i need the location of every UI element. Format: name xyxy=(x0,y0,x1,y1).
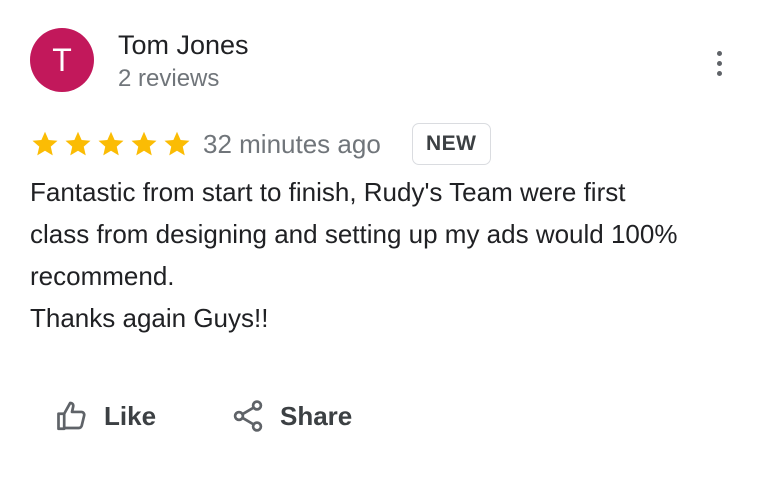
star-icon xyxy=(164,131,190,156)
review-card: T Tom Jones 2 reviews 32 minutes ago NEW… xyxy=(0,0,758,488)
review-text-line: recommend. xyxy=(30,261,175,291)
avatar-initial: T xyxy=(52,41,72,78)
more-vert-icon-dot xyxy=(716,70,722,76)
star-icon xyxy=(32,131,58,156)
star-rating xyxy=(30,129,192,159)
review-text-line: Fantastic from start to finish, Rudy's T… xyxy=(30,177,626,207)
review-count[interactable]: 2 reviews xyxy=(118,65,219,93)
star-icon xyxy=(65,131,91,156)
thumb-up-icon xyxy=(57,401,86,431)
review-text-line: class from designing and setting up my a… xyxy=(30,219,678,249)
new-badge: NEW xyxy=(412,123,491,165)
more-vert-icon xyxy=(716,50,722,56)
share-label: Share xyxy=(280,400,353,431)
share-button[interactable]: Share xyxy=(230,394,352,438)
like-label: Like xyxy=(104,400,157,431)
star-icon xyxy=(98,131,124,156)
avatar[interactable]: T xyxy=(30,28,94,92)
review-text-line: Thanks again Guys!! xyxy=(30,303,269,333)
reviewer-name[interactable]: Tom Jones xyxy=(118,30,249,61)
like-button[interactable]: Like xyxy=(54,394,156,438)
review-time: 32 minutes ago xyxy=(203,129,381,159)
more-options-button[interactable] xyxy=(704,46,734,80)
share-icon xyxy=(233,400,263,432)
review-text: Fantastic from start to finish, Rudy's T… xyxy=(30,171,740,339)
more-vert-icon-dot xyxy=(716,60,722,66)
star-icon xyxy=(131,131,157,156)
